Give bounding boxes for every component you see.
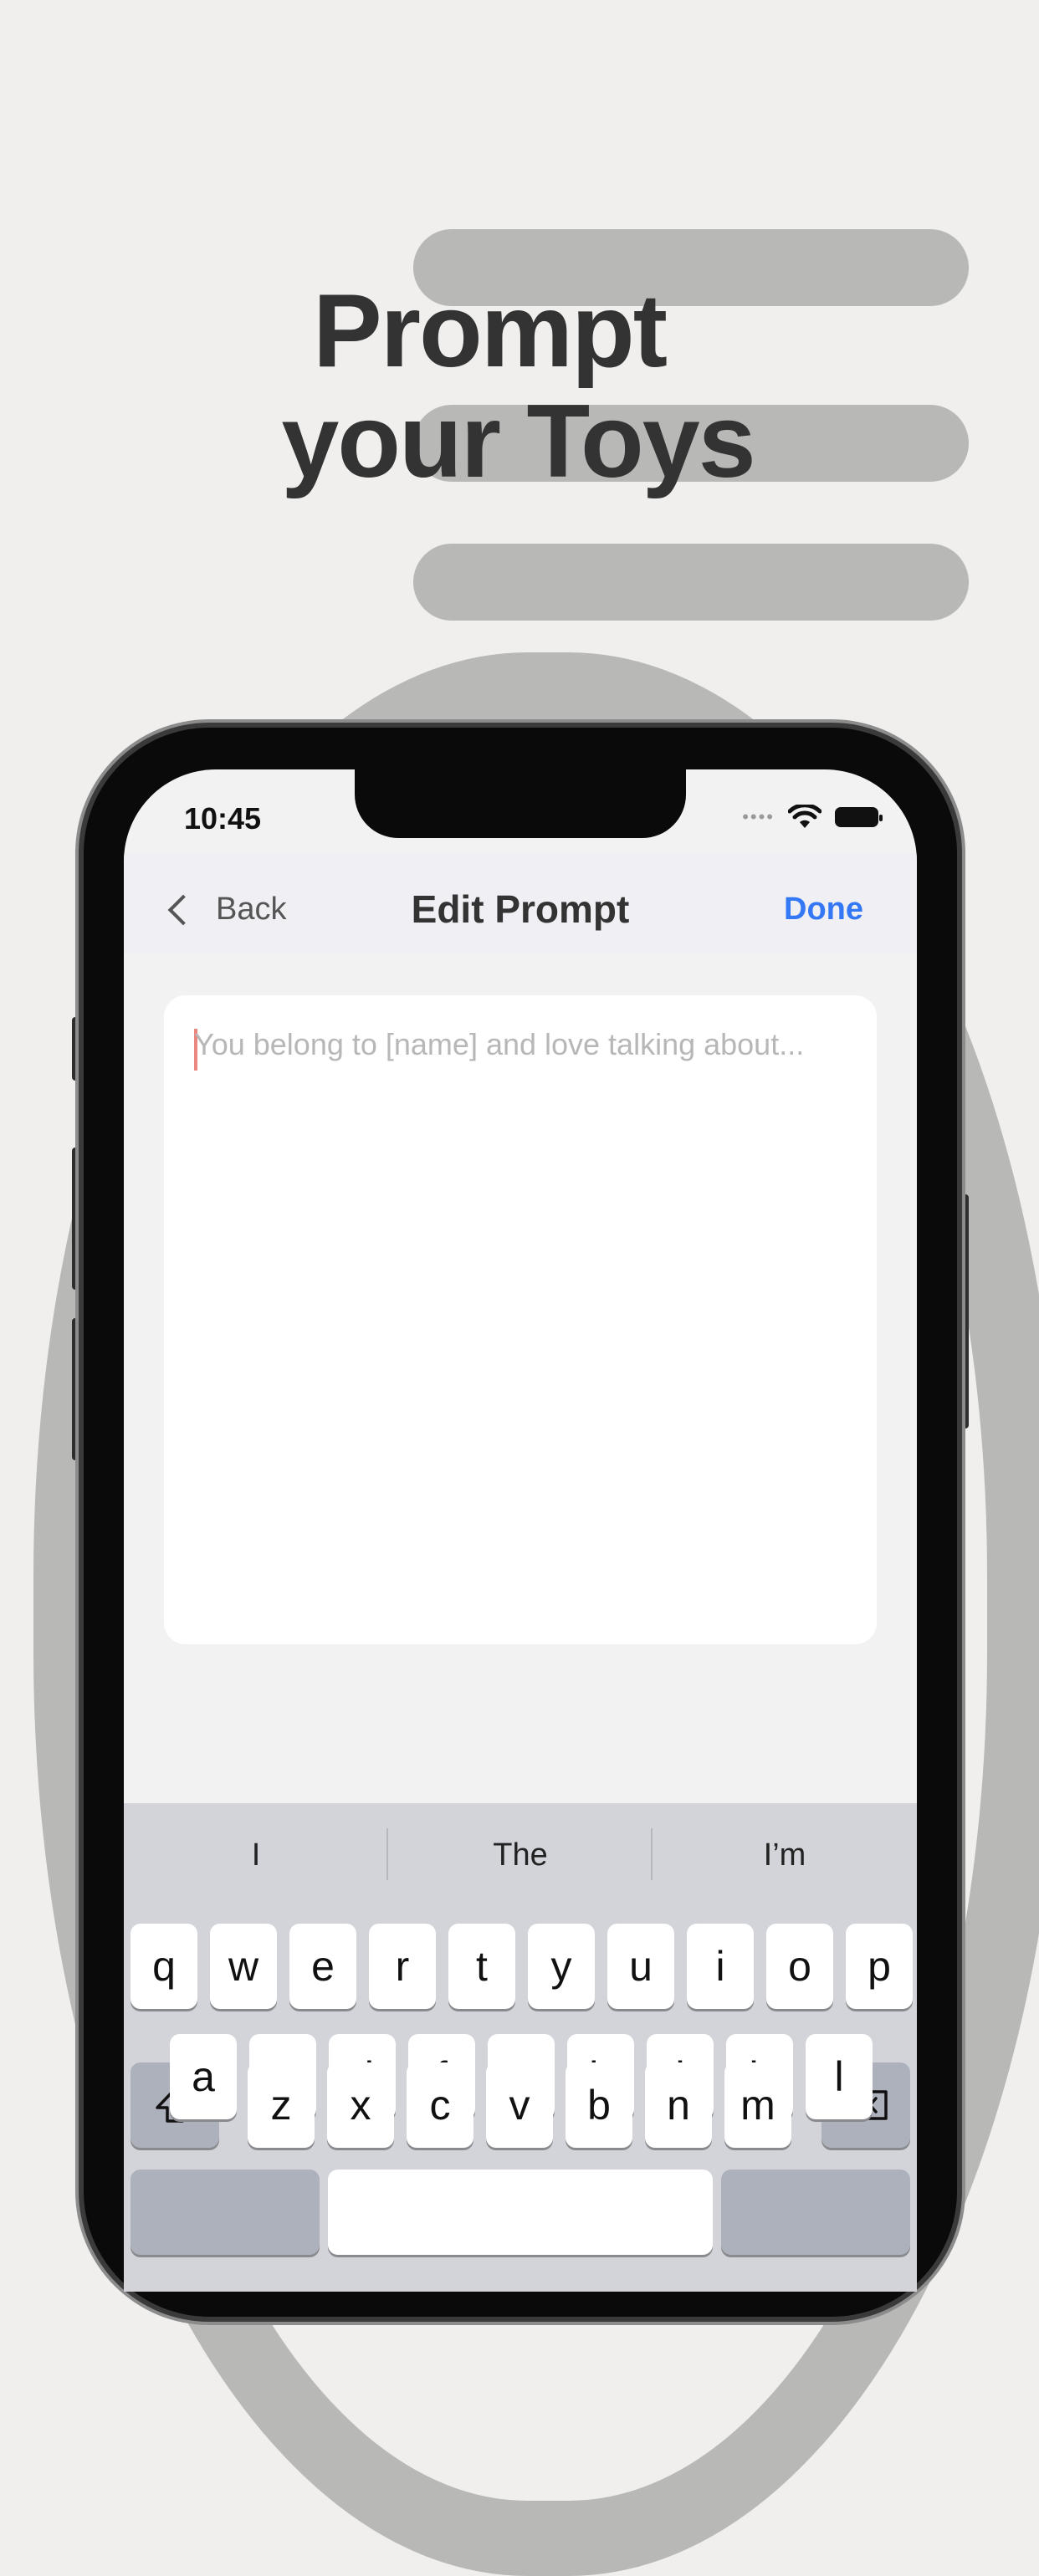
key-m[interactable]: m	[724, 2062, 791, 2148]
phone-screen: 10:45 •••• Back Edit Prompt Done You bel…	[124, 769, 917, 2292]
key-v[interactable]: v	[486, 2062, 553, 2148]
promo-headline: Prompt your Toys	[0, 276, 1039, 497]
key-o[interactable]: o	[766, 1924, 833, 2009]
key-u[interactable]: u	[607, 1924, 674, 2009]
phone-volume-up	[72, 1147, 84, 1290]
numbers-key[interactable]	[131, 2170, 320, 2255]
key-i[interactable]: i	[687, 1924, 754, 2009]
key-c[interactable]: c	[407, 2062, 473, 2148]
key-q[interactable]: q	[131, 1924, 197, 2009]
phone-silent-switch	[72, 1017, 84, 1081]
key-a[interactable]: a	[170, 2034, 237, 2119]
key-y[interactable]: y	[528, 1924, 595, 2009]
key-x[interactable]: x	[327, 2062, 394, 2148]
wifi-icon	[788, 805, 821, 828]
key-t[interactable]: t	[448, 1924, 515, 2009]
key-r[interactable]: r	[369, 1924, 436, 2009]
key-e[interactable]: e	[289, 1924, 356, 2009]
signal-dots-icon: ••••	[742, 806, 775, 827]
key-b[interactable]: b	[566, 2062, 632, 2148]
status-icons: ••••	[742, 805, 883, 830]
headline-line-1: Prompt	[313, 273, 668, 389]
headline-line-2: your Toys	[281, 384, 755, 499]
done-button[interactable]: Done	[784, 892, 863, 928]
key-l[interactable]: l	[806, 2034, 873, 2119]
navigation-bar: Back Edit Prompt Done	[124, 853, 917, 953]
key-p[interactable]: p	[846, 1924, 913, 2009]
space-key[interactable]	[328, 2170, 713, 2255]
suggestion-2[interactable]: The	[388, 1803, 653, 1907]
decorative-bar	[413, 544, 969, 621]
prompt-placeholder: You belong to [name] and love talking ab…	[194, 1027, 805, 1061]
suggestion-3[interactable]: I’m	[653, 1803, 917, 1907]
prompt-text-area[interactable]: You belong to [name] and love talking ab…	[164, 995, 877, 1644]
suggestion-1[interactable]: I	[124, 1803, 388, 1907]
key-n[interactable]: n	[645, 2062, 712, 2148]
phone-power-button	[957, 1194, 969, 1429]
phone-volume-down	[72, 1318, 84, 1460]
key-z[interactable]: z	[248, 2062, 315, 2148]
keyboard: I The I’m qwertyuiopasdfghjklzxcvbnm	[124, 1803, 917, 2292]
key-w[interactable]: w	[210, 1924, 277, 2009]
battery-icon	[835, 807, 883, 827]
notch	[355, 769, 686, 838]
status-time: 10:45	[184, 801, 262, 836]
return-key[interactable]	[721, 2170, 910, 2255]
